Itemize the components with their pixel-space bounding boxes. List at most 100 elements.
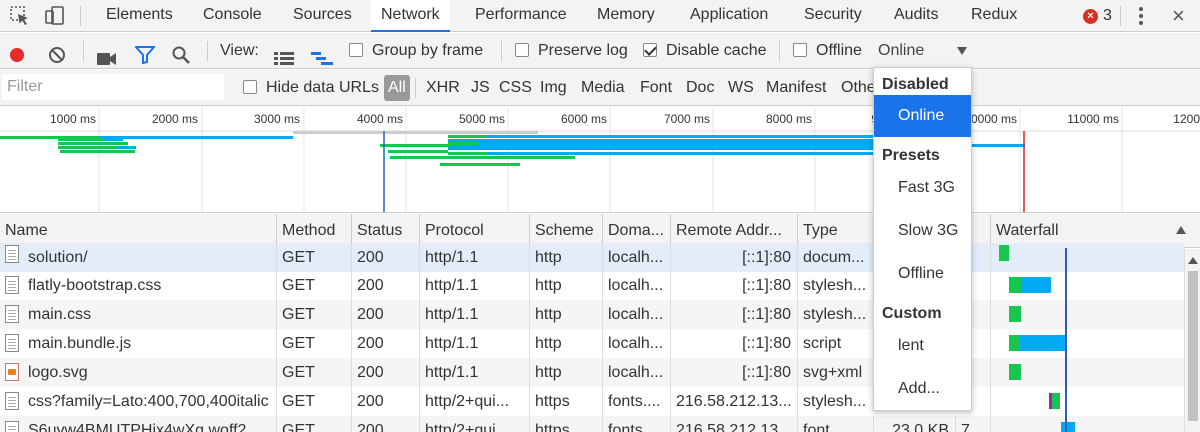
preserve-log-checkbox[interactable]: Preserve log (515, 33, 628, 69)
cell-domain: fonts.... (602, 416, 670, 432)
table-row[interactable]: solution/ GET 200 http/1.1 http localh..… (0, 243, 1184, 272)
scroll-thumb[interactable] (1188, 271, 1198, 421)
sort-ascending-icon[interactable] (1176, 226, 1186, 234)
tab-console[interactable]: Console (193, 0, 272, 32)
table-row[interactable]: main.bundle.js GET 200 http/1.1 http loc… (0, 329, 1184, 358)
filter-type-img[interactable]: Img (540, 70, 567, 106)
cell-method: GET (276, 387, 351, 416)
record-icon[interactable] (8, 42, 26, 64)
filter-type-other[interactable]: Othe (841, 70, 876, 106)
cell-waterfall (990, 300, 1184, 329)
disable-cache-label: Disable cache (666, 42, 767, 59)
cell-waterfall (990, 387, 1184, 416)
overview-timeline[interactable]: 1000 ms 2000 ms 3000 ms 4000 ms 5000 ms … (0, 107, 1200, 213)
filterbar-divider (415, 78, 416, 98)
cell-remote-address: [::1]:80 (670, 243, 797, 272)
cell-method: GET (276, 300, 351, 329)
cell-protocol: http/2+qui... (419, 416, 529, 432)
cell-method: GET (276, 271, 351, 300)
filter-type-manifest[interactable]: Manifest (766, 70, 826, 106)
cell-domain: fonts.... (602, 387, 670, 416)
filter-type-css[interactable]: CSS (499, 70, 532, 106)
table-row[interactable]: main.css GET 200 http/1.1 http localh...… (0, 300, 1184, 329)
error-counter[interactable]: × 3 (1083, 7, 1112, 25)
filter-type-js[interactable]: JS (471, 70, 490, 106)
tab-network[interactable]: Network (371, 0, 450, 32)
table-row[interactable]: logo.svg GET 200 http/1.1 http localh...… (0, 358, 1184, 387)
device-toolbar-icon[interactable] (43, 4, 67, 28)
overview-waterfall-icon[interactable] (311, 44, 333, 65)
cell-status: 200 (351, 329, 419, 358)
cell-protocol: http/1.1 (419, 243, 529, 272)
dropdown-group-disabled: Disabled (882, 76, 949, 93)
tab-memory[interactable]: Memory (587, 0, 665, 32)
dropdown-option-online[interactable]: Online (874, 95, 971, 137)
filter-type-doc[interactable]: Doc (686, 70, 714, 106)
clear-icon[interactable] (48, 42, 66, 63)
dropdown-option-slow-3g[interactable]: Slow 3G (874, 210, 971, 252)
checkbox-icon (349, 43, 363, 57)
filter-icon[interactable] (133, 42, 157, 65)
search-icon[interactable] (172, 42, 190, 64)
dropdown-option-offline[interactable]: Offline (874, 253, 971, 295)
cell-domain: localh... (602, 243, 670, 272)
filter-type-font[interactable]: Font (640, 70, 672, 106)
table-row[interactable]: flatly-bootstrap.css GET 200 http/1.1 ht… (0, 271, 1184, 300)
tab-redux[interactable]: Redux (961, 0, 1027, 32)
cell-waterfall (990, 358, 1184, 387)
cell-name: solution/ (28, 249, 88, 266)
cell-time: 7 (955, 416, 990, 432)
cell-scheme: http (529, 300, 602, 329)
filter-type-media[interactable]: Media (581, 70, 625, 106)
tab-security[interactable]: Security (794, 0, 872, 32)
chevron-down-icon[interactable] (957, 47, 967, 55)
cell-domain: localh... (602, 271, 670, 300)
tick-label: 8000 ms (766, 112, 812, 126)
cell-status: 200 (351, 300, 419, 329)
cell-status: 200 (351, 416, 419, 432)
scroll-up-icon[interactable] (1188, 257, 1198, 264)
cell-domain: localh... (602, 329, 670, 358)
error-icon: × (1083, 8, 1098, 24)
cell-remote-address: 216.58.212.13... (670, 387, 797, 416)
cell-remote-address: [::1]:80 (670, 358, 797, 387)
waterfall-bar (1009, 306, 1021, 322)
tab-performance[interactable]: Performance (465, 0, 577, 32)
cell-protocol: http/1.1 (419, 271, 529, 300)
checkbox-icon (515, 43, 529, 57)
dropdown-option-lent[interactable]: lent (874, 325, 971, 367)
offline-checkbox[interactable]: Offline (793, 33, 862, 69)
waterfall-dom-line (1065, 248, 1067, 432)
large-rows-icon[interactable] (274, 44, 294, 65)
close-icon[interactable]: × (1172, 5, 1185, 27)
filter-type-xhr[interactable]: XHR (426, 70, 460, 106)
disable-cache-checkbox[interactable]: Disable cache (643, 33, 767, 69)
cell-method: GET (276, 416, 351, 432)
capture-screenshots-icon[interactable] (97, 44, 117, 65)
tab-application[interactable]: Application (680, 0, 778, 32)
tick-label: 4000 ms (357, 112, 403, 126)
tab-elements[interactable]: Elements (96, 0, 183, 32)
preserve-log-label: Preserve log (538, 42, 628, 59)
group-by-frame-checkbox[interactable]: Group by frame (349, 33, 483, 69)
tab-sources[interactable]: Sources (283, 0, 362, 32)
toolbar-divider (779, 41, 780, 61)
dropdown-option-add[interactable]: Add... (874, 368, 971, 410)
cell-waterfall (990, 271, 1184, 300)
cell-waterfall (990, 243, 1184, 272)
table-row[interactable]: S6uyw4BMUTPHjx4wXg.woff2 GET 200 http/2+… (0, 416, 1184, 432)
cell-name: logo.svg (28, 364, 88, 381)
table-scrollbar[interactable] (1184, 249, 1200, 432)
tab-audits[interactable]: Audits (884, 0, 948, 32)
table-row[interactable]: css?family=Lato:400,700,400italic GET 20… (0, 387, 1184, 416)
more-options-icon[interactable] (1133, 5, 1149, 27)
filter-input[interactable] (2, 74, 224, 100)
filter-type-all[interactable]: All (384, 75, 410, 101)
filter-type-ws[interactable]: WS (728, 70, 754, 106)
hide-data-urls-checkbox[interactable]: Hide data URLs (243, 70, 379, 106)
toolbar-divider (207, 41, 208, 61)
cell-protocol: http/1.1 (419, 300, 529, 329)
dropdown-option-fast-3g[interactable]: Fast 3G (874, 167, 971, 209)
waterfall-bar (1061, 422, 1075, 432)
inspect-element-icon[interactable] (8, 4, 32, 28)
